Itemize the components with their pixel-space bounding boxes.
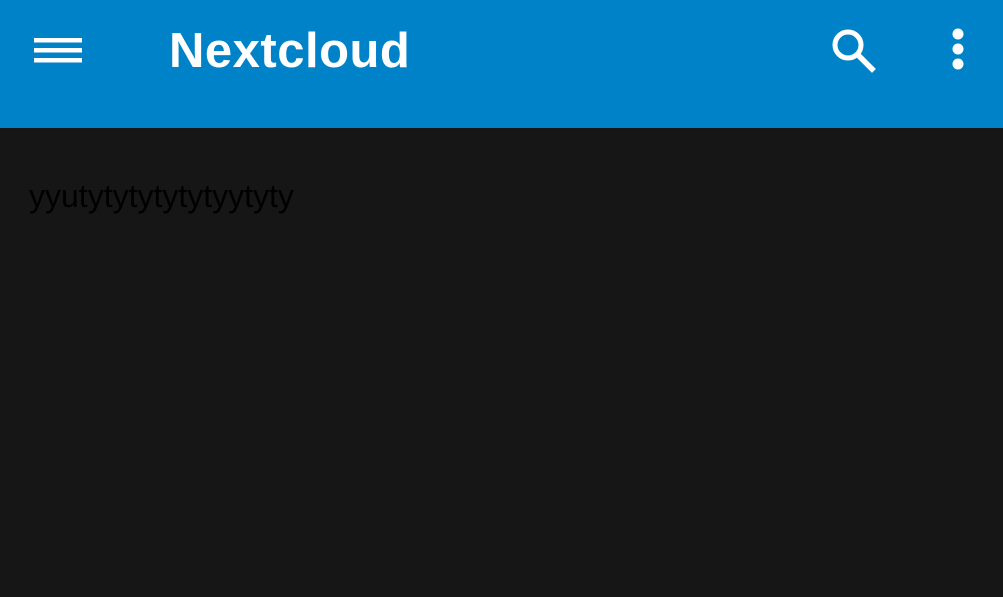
note-text[interactable]: yyutytytytytytyytyty [29, 176, 294, 216]
search-button[interactable] [821, 18, 885, 82]
note-content-area[interactable]: yyutytytytytytyytyty [0, 128, 1003, 597]
more-vertical-icon [952, 28, 964, 70]
search-icon [832, 29, 876, 73]
more-options-button[interactable] [926, 18, 990, 82]
hamburger-menu-icon [34, 38, 82, 63]
menu-button[interactable] [26, 18, 90, 82]
app-title: Nextcloud [169, 24, 411, 78]
app-bar: Nextcloud [0, 0, 1003, 128]
